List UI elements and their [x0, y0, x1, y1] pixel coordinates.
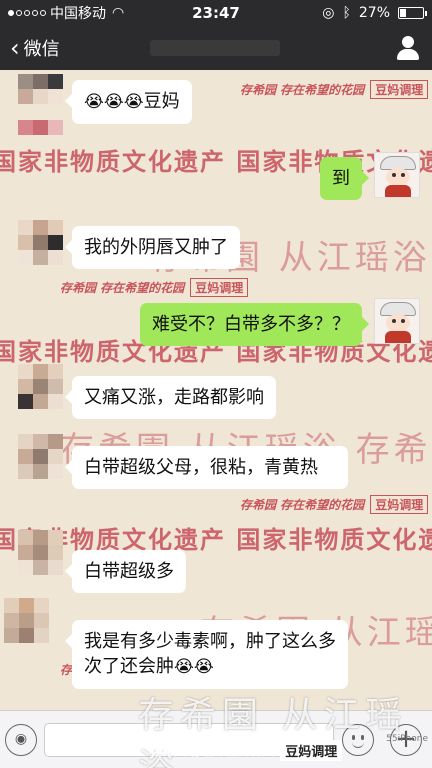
watermark-slogan: 存希园 存在希望的花园豆妈调理 — [240, 80, 432, 99]
back-button[interactable]: ‹ 微信 — [10, 35, 60, 61]
message-text: 难受不？白带多不多？？ — [152, 314, 350, 335]
avatar[interactable] — [18, 220, 64, 266]
avatar[interactable] — [18, 74, 64, 120]
avatar[interactable] — [18, 434, 64, 480]
back-chevron-icon: ‹ — [10, 34, 20, 62]
message-bubble[interactable]: 又痛又涨，走路都影响 — [65, 376, 276, 420]
message-bubble[interactable]: 我的外阴唇又肿了 — [65, 226, 240, 270]
watermark-slogan: 存希园 存在希望的花园豆妈调理 — [240, 495, 432, 514]
back-label: 微信 — [23, 39, 60, 60]
phone-screen: 存希园 存在希望的花园豆妈调理 国家非物质文化遗产 国家非物质文化遗产 存希園 … — [0, 0, 432, 768]
message-text: 白带超级父母，很粘，青黄热 — [84, 457, 318, 478]
status-bar: 中国移动 ◠ 23:47 ◎ ᛒ 27% — [0, 0, 432, 26]
nav-bar: ‹ 微信 — [0, 26, 432, 70]
overlay-slogan-strip: 存希园 存在希望的花园 豆妈调理 — [150, 739, 343, 761]
carrier-name: 中国移动 — [50, 6, 106, 22]
message-text: 白带超级多 — [84, 561, 174, 582]
chat-title-redacted — [150, 40, 280, 56]
wifi-icon: ◠ — [112, 5, 125, 21]
avatar — [18, 120, 64, 166]
my-avatar[interactable] — [374, 298, 420, 344]
message-bubble[interactable]: 白带超级父母，很粘，青黄热 — [65, 446, 348, 490]
message-text: 又痛又涨，走路都影响 — [84, 387, 264, 408]
cry-emoji: 😭😭😭 — [84, 92, 144, 112]
watermark-slogan: 存希园 存在希望的花园豆妈调理 — [60, 278, 432, 297]
message-bubble[interactable]: 到 — [320, 157, 369, 201]
message-text: 豆妈 — [143, 91, 180, 112]
site-watermark: 55iPhone — [386, 734, 428, 744]
signal-icon — [8, 10, 46, 16]
message-bubble[interactable]: 😭😭😭豆妈 — [65, 80, 192, 124]
message-bubble[interactable]: 我是有多少毒素啊，肿了这么多次了还会肿😭😭 — [65, 620, 348, 689]
message-bubble[interactable]: 白带超级多 — [65, 550, 186, 594]
message-text: 到 — [332, 168, 350, 189]
bluetooth-icon: ᛒ — [342, 5, 351, 21]
message-bubble[interactable]: 难受不？白带多不多？？ — [140, 303, 369, 347]
rotation-lock-icon: ◎ — [322, 5, 335, 21]
avatar[interactable] — [18, 364, 64, 410]
battery-percent: 27% — [358, 5, 390, 21]
cry-emoji: 😭😭 — [174, 657, 214, 678]
overlay-slogan: 存希园 存在希望的花园 — [150, 743, 275, 758]
message-text: 我的外阴唇又肿了 — [84, 237, 228, 258]
voice-icon[interactable]: ◉ — [5, 724, 37, 756]
avatar[interactable] — [4, 598, 50, 644]
person-icon[interactable] — [394, 34, 422, 62]
battery-icon — [398, 7, 427, 19]
avatar[interactable] — [18, 530, 64, 576]
my-avatar[interactable] — [374, 152, 420, 198]
overlay-tag: 豆妈调理 — [280, 739, 343, 761]
